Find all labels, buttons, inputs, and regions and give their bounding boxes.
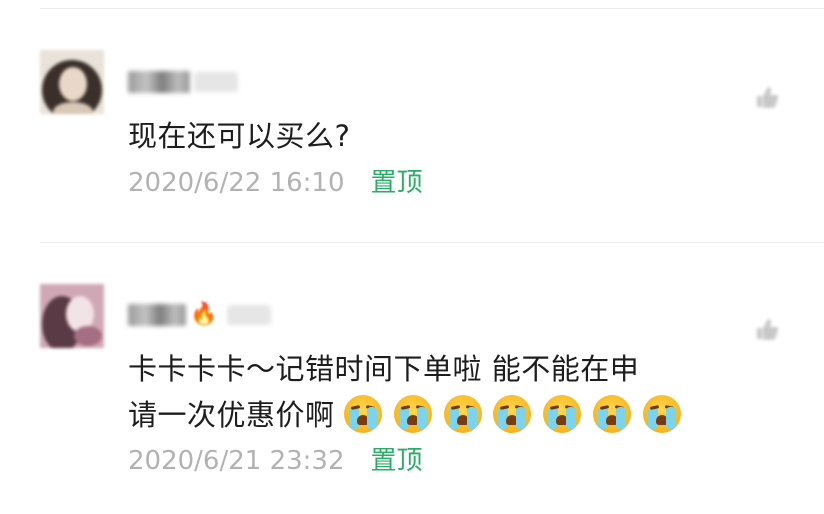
crying-emoji-icon [642, 395, 681, 433]
crying-emoji-icon [443, 395, 482, 433]
avatar-image [40, 284, 104, 348]
like-button[interactable] [752, 314, 782, 344]
author-name-redacted[interactable] [128, 70, 238, 94]
author-name [128, 304, 186, 326]
comment-meta: 2020/6/22 16:10 置顶 [128, 166, 423, 200]
crying-emoji-icon [543, 395, 582, 433]
top-divider [40, 8, 824, 9]
comment-text-line-1: 卡卡卡卡～记错时间下单啦 能不能在申 [128, 352, 640, 386]
author-tag-redacted [227, 305, 272, 325]
like-icon [757, 319, 779, 340]
pin-button[interactable]: 置顶 [371, 446, 423, 476]
like-icon [757, 87, 779, 108]
comment-time: 2020/6/22 16:10 [128, 168, 345, 198]
comment-divider [40, 242, 824, 243]
user-avatar[interactable] [40, 284, 104, 348]
avatar-image [40, 50, 104, 114]
pin-button[interactable]: 置顶 [371, 168, 423, 198]
author-name-redacted[interactable]: 🔥 [128, 302, 272, 327]
comment-text: 卡卡卡卡～记错时间下单啦 能不能在申 请一次优惠价啊 [128, 346, 724, 438]
comment-text-line-2: 请一次优惠价啊 [128, 392, 724, 438]
emoji-row [335, 395, 683, 433]
user-avatar[interactable] [40, 50, 104, 114]
author-tag-redacted [194, 72, 238, 92]
author-name [128, 71, 190, 93]
comment-time: 2020/6/21 23:32 [128, 446, 345, 476]
comment-text-line-2-text: 请一次优惠价啊 [128, 398, 335, 432]
comment-meta: 2020/6/21 23:32 置顶 [128, 444, 423, 478]
comment-text: 现在还可以买么? [128, 119, 351, 153]
like-button[interactable] [752, 82, 782, 112]
crying-emoji-icon [493, 395, 532, 433]
fire-icon: 🔥 [190, 302, 218, 327]
crying-emoji-icon [592, 395, 631, 433]
crying-emoji-icon [344, 395, 383, 433]
crying-emoji-icon [393, 395, 432, 433]
